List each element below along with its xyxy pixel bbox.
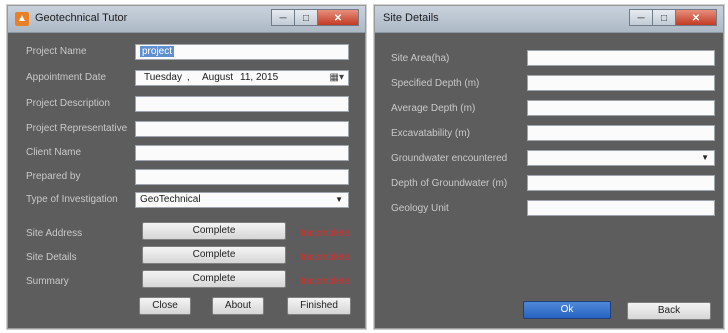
date-day: Tuesday (144, 72, 182, 83)
site-details-window: Site Details ─ □ ✕ Site Area(ha) Specifi… (374, 5, 724, 329)
site-address-status: Incomplete (301, 228, 350, 239)
site-address-complete-button[interactable]: Complete (142, 222, 286, 240)
excavatability-input[interactable] (527, 125, 715, 141)
title-bar[interactable]: Site Details ─ □ ✕ (375, 6, 723, 33)
project-name-input[interactable]: project (135, 44, 349, 60)
geology-unit-label: Geology Unit (391, 203, 449, 214)
prepared-by-input[interactable] (135, 169, 349, 185)
groundwater-encountered-label: Groundwater encountered (391, 153, 508, 164)
close-window-button[interactable]: ✕ (317, 9, 359, 26)
site-details-complete-button[interactable]: Complete (142, 246, 286, 264)
calendar-dropdown-icon[interactable]: ▦▾ (330, 71, 344, 85)
project-name-label: Project Name (26, 46, 87, 57)
close-button[interactable]: Close (139, 297, 191, 315)
about-button[interactable]: About (212, 297, 264, 315)
title-bar[interactable]: ▲ Geotechnical Tutor ─ □ ✕ (8, 6, 365, 33)
appointment-date-label: Appointment Date (26, 72, 107, 83)
summary-label: Summary (26, 276, 69, 287)
back-button[interactable]: Back (627, 302, 711, 320)
window-title: Site Details (383, 12, 439, 24)
close-window-button[interactable]: ✕ (675, 9, 717, 26)
date-separator: , (187, 72, 190, 83)
window-title: Geotechnical Tutor (35, 12, 128, 24)
finished-button[interactable]: Finished (287, 297, 351, 315)
client-name-label: Client Name (26, 147, 82, 158)
geotechnical-tutor-window: ▲ Geotechnical Tutor ─ □ ✕ Project Name … (7, 5, 366, 329)
groundwater-depth-label: Depth of Groundwater (m) (391, 178, 508, 189)
project-representative-label: Project Representative (26, 123, 128, 134)
date-dom: 11, 2015 (240, 72, 279, 83)
ok-button[interactable]: Ok (523, 301, 611, 319)
site-area-label: Site Area(ha) (391, 53, 450, 64)
prepared-by-label: Prepared by (26, 171, 81, 182)
summary-complete-button[interactable]: Complete (142, 270, 286, 288)
site-area-input[interactable] (527, 50, 715, 66)
maximize-button[interactable]: □ (294, 9, 318, 26)
site-address-label: Site Address (26, 228, 83, 239)
average-depth-input[interactable] (527, 100, 715, 116)
average-depth-label: Average Depth (m) (391, 103, 476, 114)
groundwater-depth-input[interactable] (527, 175, 715, 191)
app-icon: ▲ (15, 12, 29, 26)
investigation-type-select[interactable]: GeoTechnical ▼ (135, 192, 349, 208)
site-details-label: Site Details (26, 252, 77, 263)
geology-unit-input[interactable] (527, 200, 715, 216)
summary-status: Incomplete (301, 276, 350, 287)
project-description-input[interactable] (135, 96, 349, 112)
project-description-label: Project Description (26, 98, 110, 109)
date-month: August (202, 72, 234, 83)
appointment-date-picker[interactable]: Tuesday , August 11, 2015 ▦▾ (135, 70, 349, 86)
investigation-type-value: GeoTechnical (140, 194, 201, 205)
investigation-type-label: Type of Investigation (26, 194, 118, 205)
specified-depth-input[interactable] (527, 75, 715, 91)
project-representative-input[interactable] (135, 121, 349, 137)
minimize-button[interactable]: ─ (271, 9, 295, 26)
specified-depth-label: Specified Depth (m) (391, 78, 480, 89)
site-details-status: Incomplete (301, 252, 350, 263)
maximize-button[interactable]: □ (652, 9, 676, 26)
minimize-button[interactable]: ─ (629, 9, 653, 26)
chevron-down-icon[interactable]: ▼ (335, 193, 343, 207)
client-name-input[interactable] (135, 145, 349, 161)
excavatability-label: Excavatability (m) (391, 128, 470, 139)
chevron-down-icon[interactable]: ▼ (701, 151, 709, 165)
groundwater-encountered-select[interactable]: ▼ (527, 150, 715, 166)
project-name-value: project (140, 46, 175, 57)
